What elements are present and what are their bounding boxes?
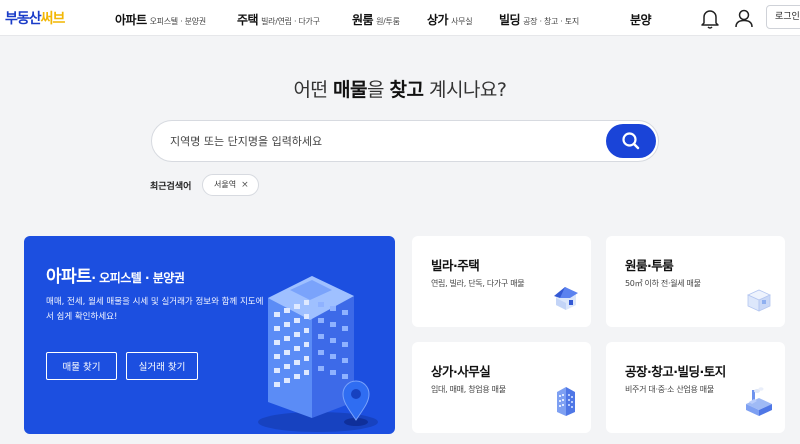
page-headline: 어떤 매물을 찾고 계시나요? — [0, 75, 800, 102]
oneroom-tworoom-card-description: 50㎡ 이하 전·월세 매물 — [625, 279, 701, 288]
oneroom-tworoom-card[interactable]: 원룸·투룸 50㎡ 이하 전·월세 매물 — [606, 236, 785, 327]
nav-building-sub: 공장 · 창고 · 토지 — [523, 17, 579, 26]
nav-building[interactable]: 빌딩 공장 · 창고 · 토지 — [499, 9, 579, 28]
store-office-card-title: 상가·사무실 — [431, 364, 491, 379]
login-button[interactable]: 로그인 — [766, 5, 800, 29]
logo-text-part1: 부동산 — [5, 11, 42, 27]
headline-part2: 을 — [366, 79, 390, 101]
apartment-card[interactable]: 아파트· 오피스텔 · 분양권 매매, 전세, 월세 매물을 시세 및 실거래가… — [24, 236, 395, 434]
headline-bold2: 찾고 — [389, 79, 424, 101]
nav-presale[interactable]: 분양 — [630, 9, 652, 28]
store-office-card-description: 임대, 매매, 창업용 매물 — [431, 385, 506, 394]
nav-presale-label: 분양 — [630, 13, 652, 27]
villa-house-card-description: 연립, 빌라, 단독, 다가구 매물 — [431, 279, 525, 288]
site-logo[interactable]: 부동산써브 — [5, 8, 66, 28]
villa-house-card-title: 빌라·주택 — [431, 258, 480, 273]
search-icon — [622, 132, 640, 150]
nav-house-sub: 빌라/연립 · 다가구 — [261, 17, 320, 26]
find-transactions-button[interactable]: 실거래 찾기 — [126, 352, 198, 380]
apartment-building-illustration — [258, 276, 378, 432]
office-building-icon — [557, 387, 575, 416]
nav-apartment-label: 아파트 — [115, 13, 147, 27]
nav-apartment-sub: 오피스텔 · 분양권 — [149, 17, 206, 26]
search-bar — [151, 120, 659, 162]
nav-oneroom-label: 원룸 — [352, 13, 374, 27]
nav-store-label: 상가 — [427, 13, 449, 27]
user-icon[interactable] — [731, 5, 757, 31]
nav-store-sub: 사무실 — [451, 17, 473, 26]
room-icon — [747, 289, 771, 312]
store-office-card[interactable]: 상가·사무실 임대, 매매, 창업용 매물 — [412, 342, 591, 433]
nav-house[interactable]: 주택 빌라/연립 · 다가구 — [237, 9, 320, 28]
search-input[interactable] — [170, 121, 590, 161]
oneroom-tworoom-card-title: 원룸·투룸 — [625, 258, 674, 273]
nav-oneroom[interactable]: 원룸 원/투룸 — [352, 9, 400, 28]
factory-warehouse-card[interactable]: 공장·창고·빌딩·토지 비주거 대·중·소 산업용 매물 — [606, 342, 785, 433]
villa-house-card[interactable]: 빌라·주택 연립, 빌라, 단독, 다가구 매물 — [412, 236, 591, 327]
nav-building-label: 빌딩 — [499, 13, 521, 27]
apartment-card-title-rest: · 오피스텔 · 분양권 — [91, 271, 185, 285]
apartment-card-description: 매매, 전세, 월세 매물을 시세 및 실거래가 정보와 함께 지도에서 쉽게 … — [46, 297, 264, 322]
factory-warehouse-card-title: 공장·창고·빌딩·토지 — [625, 364, 726, 379]
close-icon[interactable]: × — [241, 180, 249, 190]
logo-text-part2: 써브 — [40, 11, 66, 27]
apartment-card-title-main: 아파트 — [46, 267, 92, 287]
find-listings-button[interactable]: 매물 찾기 — [46, 352, 117, 380]
recent-search-label: 최근검색어 — [150, 182, 192, 192]
bell-icon[interactable] — [697, 5, 723, 31]
headline-bold1: 매물 — [332, 79, 367, 101]
recent-search-chip-label: 서울역 — [214, 180, 237, 189]
headline-part1: 어떤 — [293, 79, 333, 101]
apartment-card-title: 아파트· 오피스텔 · 분양권 — [46, 262, 185, 287]
nav-oneroom-sub: 원/투룸 — [376, 17, 400, 26]
search-button[interactable] — [606, 124, 656, 158]
nav-store[interactable]: 상가 사무실 — [427, 9, 473, 28]
factory-warehouse-card-description: 비주거 대·중·소 산업용 매물 — [625, 385, 714, 394]
nav-apartment[interactable]: 아파트 오피스텔 · 분양권 — [115, 9, 206, 28]
recent-search-chip[interactable]: 서울역 × — [202, 174, 259, 196]
top-header: 부동산써브 아파트 오피스텔 · 분양권 주택 빌라/연립 · 다가구 원룸 원/투룸… — [0, 0, 800, 36]
headline-part3: 계시나요? — [423, 79, 507, 101]
house-icon — [554, 287, 578, 310]
nav-house-label: 주택 — [237, 13, 259, 27]
factory-icon — [746, 387, 772, 416]
